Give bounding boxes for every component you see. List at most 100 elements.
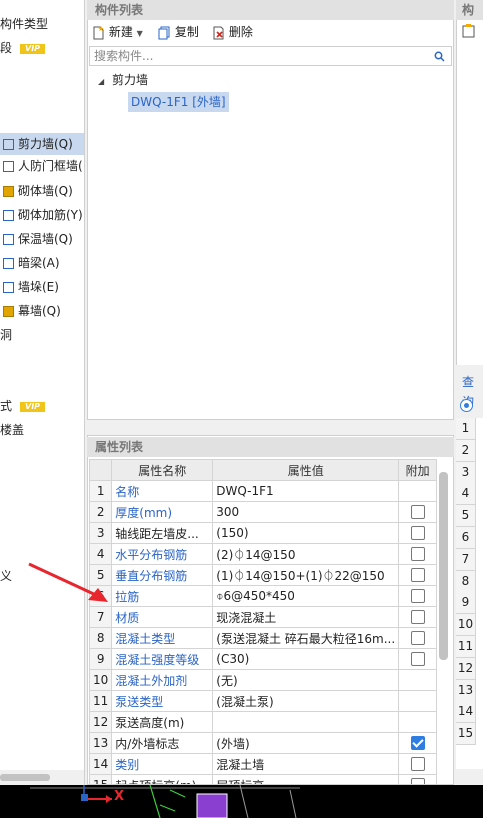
extra-cell [398, 501, 438, 523]
extra-checkbox[interactable] [410, 547, 425, 562]
component-type-item[interactable]: 砌体加筋(Y) [0, 204, 84, 226]
property-name: 类别 [111, 753, 214, 775]
tree-item-dwq-1f1[interactable]: DWQ-1F1 [外墙] [128, 92, 229, 112]
extra-checkbox[interactable] [410, 757, 425, 772]
table-row[interactable]: 3 轴线距左墙皮... (150) [88, 522, 438, 544]
radio-button[interactable] [460, 399, 473, 412]
query-row-number: 4 [456, 483, 476, 506]
tree-expand-icon[interactable]: ◢ [98, 77, 104, 86]
component-type-label: 保温墙(Q) [18, 232, 73, 246]
query-row-number: 8 [456, 570, 476, 593]
chevron-down-icon[interactable]: ▼ [137, 29, 143, 38]
component-type-item[interactable]: 洞 [0, 324, 84, 346]
property-value[interactable] [212, 711, 400, 733]
tree-node-shear-wall[interactable]: ◢ 剪力墙 [98, 70, 148, 90]
extra-checkbox[interactable] [410, 652, 425, 667]
table-row[interactable]: 7 材质 现浇混凝土 [88, 606, 438, 628]
component-type-item[interactable]: 剪力墙(Q) [0, 133, 84, 155]
property-value[interactable]: 层顶标高 [212, 774, 400, 784]
table-row[interactable]: 13 内/外墙标志 (外墙) [88, 732, 438, 754]
extra-checkbox[interactable] [410, 568, 425, 583]
property-value[interactable]: 现浇混凝土 [212, 606, 400, 628]
table-row[interactable]: 9 混凝土强度等级 (C30) [88, 648, 438, 670]
right-panel: 构件 查询 123456789101112131415 [456, 0, 483, 785]
extra-cell [398, 627, 438, 649]
delete-button-label: 删除 [228, 25, 253, 39]
component-type-item[interactable]: 幕墙(Q) [0, 300, 84, 322]
paste-icon[interactable] [462, 24, 476, 38]
property-value[interactable]: (1)⏀14@150+(1)⏀22@150 [212, 564, 400, 586]
table-row[interactable]: 5 垂直分布钢筋 (1)⏀14@150+(1)⏀22@150 [88, 564, 438, 586]
component-type-item[interactable]: 人防门框墙( [0, 155, 84, 177]
component-type-item[interactable]: 砌体墙(Q) [0, 180, 84, 202]
component-type-item[interactable]: 保温墙(Q) [0, 228, 84, 250]
table-row[interactable]: 12 泵送高度(m) [88, 711, 438, 733]
property-value[interactable]: DWQ-1F1 [212, 480, 400, 502]
property-value[interactable]: ⌽6@450*450 [212, 585, 400, 607]
extra-checkbox[interactable] [410, 778, 425, 784]
property-name: 内/外墙标志 [111, 732, 214, 754]
query-row-number: 1 [456, 418, 476, 440]
table-row[interactable]: 4 水平分布钢筋 (2)⏀14@150 [88, 543, 438, 565]
property-value[interactable]: (混凝土泵) [212, 690, 400, 712]
extra-cell [398, 606, 438, 628]
component-type-label: 砌体加筋(Y) [18, 208, 83, 222]
table-row[interactable]: 1 名称 DWQ-1F1 [88, 480, 438, 502]
extra-cell [398, 564, 438, 586]
table-row[interactable]: 10 混凝土外加剂 (无) [88, 669, 438, 691]
right-panel-title: 构件 [456, 0, 483, 37]
property-value[interactable]: (C30) [212, 648, 400, 670]
search-input[interactable]: 搜索构件... [89, 46, 452, 66]
component-type-item[interactable]: 段 VIP [0, 37, 84, 59]
table-header-extra: 附加 [398, 459, 438, 481]
component-list-title: 构件列表 [87, 0, 454, 20]
row-number: 15 [88, 774, 113, 784]
extra-cell [398, 711, 438, 733]
tree-node-label: 剪力墙 [111, 73, 148, 87]
scrollbar-thumb[interactable] [0, 774, 50, 781]
extra-cell [398, 732, 438, 754]
extra-checkbox[interactable] [410, 631, 425, 646]
table-header-index [88, 459, 113, 481]
properties-scrollbar-thumb[interactable] [439, 472, 448, 660]
table-row[interactable]: 14 类别 混凝土墙 [88, 753, 438, 775]
component-type-label: 剪力墙(Q) [18, 137, 73, 151]
extra-checkbox[interactable] [410, 505, 425, 520]
extra-checkbox[interactable] [410, 736, 425, 751]
query-row-number: 15 [456, 723, 476, 746]
new-button[interactable]: 新建 ▼ [92, 22, 143, 42]
property-value[interactable]: (外墙) [212, 732, 400, 754]
property-value[interactable]: (2)⏀14@150 [212, 543, 400, 565]
table-row[interactable]: 8 混凝土类型 (泵送混凝土 碎石最大粒径16m... [88, 627, 438, 649]
table-row[interactable]: 15起点顶标高(m)层顶标高 [88, 774, 438, 784]
query-tab[interactable]: 查询 [456, 372, 483, 409]
component-type-item[interactable]: 楼盖 [0, 419, 84, 441]
delete-button[interactable]: 删除 [212, 22, 253, 42]
table-row[interactable]: 2 厚度(mm) 300 [88, 501, 438, 523]
property-value[interactable]: 混凝土墙 [212, 753, 400, 775]
vip-badge: VIP [20, 43, 46, 54]
copy-button[interactable]: 复制 [158, 22, 199, 42]
delete-icon [213, 26, 224, 39]
annotation-arrow-icon [28, 562, 108, 602]
property-value[interactable]: 300 [212, 501, 400, 523]
property-value[interactable]: (无) [212, 669, 400, 691]
search-icon[interactable] [434, 51, 445, 62]
row-number: 1 [88, 480, 113, 502]
extra-checkbox[interactable] [410, 589, 425, 604]
query-row-number: 14 [456, 701, 476, 724]
extra-checkbox[interactable] [410, 526, 425, 541]
property-value[interactable]: (泵送混凝土 碎石最大粒径16m... [212, 627, 400, 649]
component-type-item[interactable]: 暗梁(A) [0, 252, 84, 274]
property-value[interactable]: (150) [212, 522, 400, 544]
component-type-item[interactable]: 墙垛(E) [0, 276, 84, 298]
component-type-item[interactable]: 式 VIP [0, 395, 84, 417]
extra-checkbox[interactable] [410, 610, 425, 625]
component-type-label: 墙垛(E) [18, 280, 59, 294]
property-name: 混凝土类型 [111, 627, 214, 649]
component-type-item[interactable]: 构件类型 [0, 13, 84, 35]
table-row[interactable]: 6拉筋⌽6@450*450 [88, 585, 438, 607]
component-type-label: 洞 [0, 328, 13, 342]
table-row[interactable]: 11 泵送类型 (混凝土泵) [88, 690, 438, 712]
drawing-canvas[interactable]: X [0, 785, 483, 818]
